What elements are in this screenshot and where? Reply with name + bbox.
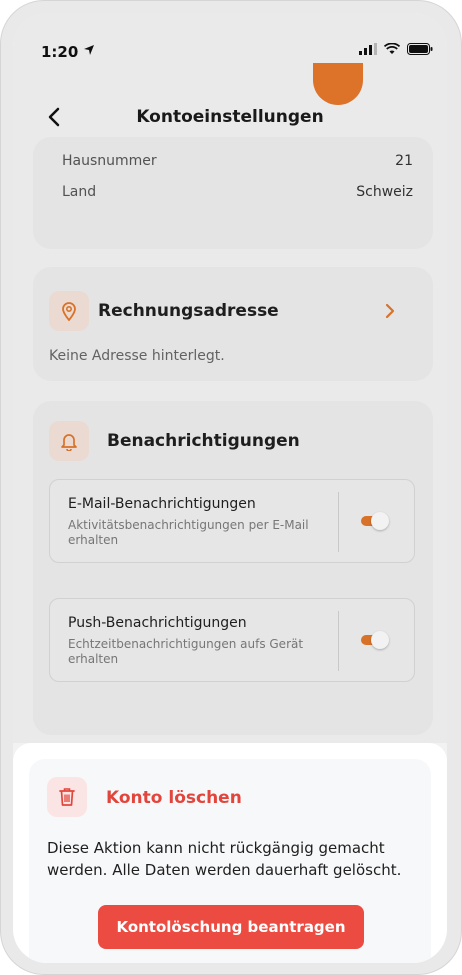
email-notifications-toggle[interactable] bbox=[361, 512, 389, 530]
delete-account-description: Diese Aktion kann nicht rückgängig gemac… bbox=[47, 839, 402, 879]
divider bbox=[338, 492, 339, 552]
chevron-right-icon[interactable] bbox=[383, 303, 397, 319]
billing-empty-text: Keine Adresse hinterlegt. bbox=[49, 348, 225, 364]
address-value: Schweiz bbox=[356, 184, 413, 200]
toggle-knob bbox=[371, 512, 389, 530]
signal-icon bbox=[359, 43, 377, 55]
location-pin-icon bbox=[49, 291, 89, 331]
bell-icon bbox=[49, 421, 89, 461]
email-notifications-item: E-Mail-Benachrichtigungen Aktivitätsbena… bbox=[49, 479, 415, 563]
notifications-title: Benachrichtigungen bbox=[107, 431, 300, 451]
location-arrow-icon bbox=[84, 45, 94, 55]
pref-title: Push-Benachrichtigungen bbox=[68, 615, 247, 631]
address-label: Land bbox=[62, 184, 97, 200]
avatar bbox=[313, 63, 363, 105]
billing-address-card[interactable]: Rechnungsadresse Keine Adresse hinterleg… bbox=[33, 267, 433, 381]
page-title: Kontoeinstellungen bbox=[136, 107, 324, 127]
battery-icon bbox=[407, 43, 433, 55]
status-time: 1:20 bbox=[41, 43, 79, 61]
push-notifications-item: Push-Benachrichtigungen Echtzeitbenachri… bbox=[49, 598, 415, 682]
trash-icon bbox=[47, 777, 87, 817]
delete-account-sheet: Konto löschen Diese Aktion kann nicht rü… bbox=[13, 743, 447, 963]
push-notifications-toggle[interactable] bbox=[361, 631, 389, 649]
delete-account-card: Konto löschen Diese Aktion kann nicht rü… bbox=[29, 759, 431, 963]
phone-frame: 1:20 Kontoeinstellungen Hausnummer 21 La… bbox=[0, 0, 462, 975]
address-card: Hausnummer 21 Land Schweiz bbox=[33, 137, 433, 249]
app-screen: 1:20 Kontoeinstellungen Hausnummer 21 La… bbox=[13, 13, 447, 963]
notifications-card: Benachrichtigungen E-Mail-Benachrichtigu… bbox=[33, 401, 433, 735]
wifi-icon bbox=[384, 43, 400, 54]
divider bbox=[338, 611, 339, 671]
status-bar: 1:20 bbox=[13, 13, 447, 83]
address-value: 21 bbox=[395, 153, 413, 169]
pref-subtitle: Aktivitätsbenachrichtigungen per E-Mail … bbox=[68, 518, 309, 547]
request-account-deletion-button[interactable]: Kontolöschung beantragen bbox=[98, 905, 364, 949]
pref-title: E-Mail-Benachrichtigungen bbox=[68, 496, 256, 512]
toggle-knob bbox=[371, 631, 389, 649]
billing-title: Rechnungsadresse bbox=[98, 301, 279, 321]
status-icons bbox=[359, 43, 433, 55]
address-label: Hausnummer bbox=[62, 153, 157, 169]
pref-subtitle: Echtzeitbenachrichtigungen aufs Gerät er… bbox=[68, 637, 304, 666]
delete-account-title: Konto löschen bbox=[106, 788, 242, 808]
